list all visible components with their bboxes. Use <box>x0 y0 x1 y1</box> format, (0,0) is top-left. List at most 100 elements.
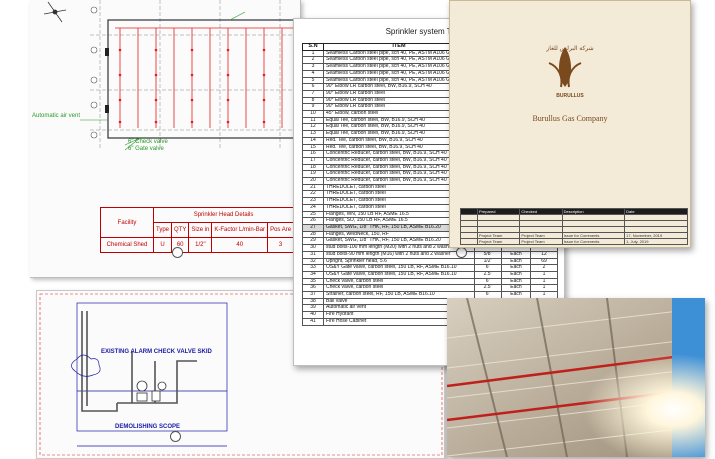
cell-item: OS&Y Gate valve, carbon steel, 150 LB, R… <box>323 264 475 272</box>
col-sn: S.N <box>302 43 324 51</box>
cell-sn: 14 <box>302 136 324 145</box>
cell-sn: 21 <box>302 183 324 192</box>
cell-sn: 3 <box>302 63 324 71</box>
cell-size: 1/2" <box>188 237 213 253</box>
cell-sn: 23 <box>302 197 324 205</box>
cell-sn: 17 <box>302 156 324 165</box>
table-row: 34 OS&Y Gate valve, carbon steel, 150 LB,… <box>302 270 558 279</box>
cell-size: 5/8" <box>474 250 502 259</box>
gate-valve-note: 6" Gate valve <box>128 146 164 152</box>
cell-sn: 9 <box>302 103 324 112</box>
table-row: 31 stud bolts-90 mm length (M16) with 2 n… <box>302 250 558 259</box>
cell-sn: 4 <box>302 69 324 78</box>
cell-unit: Each <box>501 277 531 286</box>
rev-cell-prepared: Project Team <box>476 238 521 245</box>
cell-sn: 20 <box>302 177 324 185</box>
grid-lines <box>90 0 300 150</box>
resize-handle[interactable] <box>172 247 183 258</box>
cell-sn: 32 <box>302 257 324 266</box>
cell-size: 2.5" <box>474 270 502 279</box>
cell-unit: Each <box>501 264 531 272</box>
cell-sn: 6 <box>302 83 324 91</box>
cell-sn: 36 <box>302 284 324 292</box>
col-kfactor: K-Factor L/min-Bar <box>211 222 269 238</box>
cell-sn: 15 <box>302 143 324 152</box>
rev-cell-date: 1, July, 2019 <box>624 238 688 245</box>
cell-sn: 34 <box>302 270 324 279</box>
cell-sn: 31 <box>302 250 324 259</box>
table-row: 35 Check valve, carbon steel 6" Each 1 <box>302 277 558 286</box>
logo-latin-text: BURULLUS <box>556 93 584 99</box>
grid-bubbles <box>90 6 98 139</box>
resize-handle[interactable] <box>456 247 467 258</box>
cell-sn: 27 <box>302 224 324 232</box>
cell-unit: Each <box>501 257 531 266</box>
cell-sn: 12 <box>302 123 324 132</box>
cell-sn: 19 <box>302 170 324 179</box>
demolishing-scope-label: DEMOLISHING SCOPE <box>115 424 181 430</box>
cell-qty: 2 <box>530 264 558 272</box>
cell-type: U <box>152 237 173 253</box>
cell-qty: 1 <box>530 284 558 292</box>
cell-sn: 38 <box>302 297 324 306</box>
cell-item: stud bolts-90 mm length (M16) with 2 nut… <box>323 250 475 259</box>
cell-sn: 39 <box>302 304 324 313</box>
table-row: 33 OS&Y Gate valve, carbon steel, 150 LB,… <box>302 264 558 272</box>
revision-cloud <box>71 354 101 377</box>
col-size: Size in <box>188 222 213 238</box>
cell-sn: 33 <box>302 264 324 272</box>
cell-sn: 8 <box>302 96 324 105</box>
cell-sn: 11 <box>302 116 324 125</box>
building-outline <box>107 19 299 139</box>
col-qty: QTY <box>171 222 190 238</box>
cell-size: 2.5" <box>474 284 502 292</box>
cell-sn: 30 <box>302 244 324 252</box>
cell-sn: 25 <box>302 210 324 219</box>
photo-graphics <box>447 298 705 457</box>
sprinkler-branch-lines <box>115 27 298 128</box>
table-row: 36 Check valve, carbon steel 2.5" Each 1 <box>302 284 558 292</box>
shed-interior-photo <box>447 298 705 457</box>
sprinkler-plan-drawing: Automatic air vent 6" Check valve 6" Gat… <box>30 0 301 278</box>
cell-sn: 35 <box>302 277 324 286</box>
cell-size: 1/2" <box>474 257 502 266</box>
cell-sn: 18 <box>302 163 324 172</box>
cell-sn: 22 <box>302 190 324 199</box>
table-row: 32 Upright, Sprinkler head, 5.6 1/2" Each 69 <box>302 257 558 266</box>
cell-sn: 5 <box>302 76 324 85</box>
company-logo-icon <box>548 47 582 88</box>
resize-handle[interactable] <box>170 431 181 442</box>
air-vent-note: Automatic air vent <box>32 113 81 119</box>
cell-item: OS&Y Gate valve, carbon steel, 150 LB, R… <box>323 270 475 279</box>
cell-sn: 7 <box>302 89 324 98</box>
revision-rows: Project Team Project Team Issue for Commen… <box>460 214 688 245</box>
col-pos: Pos Are <box>267 222 295 238</box>
cell-item: Check valve, carbon steel <box>323 284 475 292</box>
cell-sn: 16 <box>302 150 324 158</box>
cell-qty: 69 <box>530 257 558 266</box>
north-arrow-icon <box>43 1 67 23</box>
cell-unit: Each <box>501 250 531 259</box>
cell-qty: 1 <box>530 270 558 279</box>
revision-table: Prepared Checked Description Date Projec… <box>460 208 688 245</box>
cell-sn: 26 <box>302 217 324 225</box>
facility-header: Facility <box>100 207 154 238</box>
cell-sn: 10 <box>302 110 324 118</box>
cover-page: شركة البرلس للغاز BURULLUS Burullus Gas … <box>449 0 691 248</box>
cell-sn: 13 <box>302 130 324 138</box>
cell-sn: 24 <box>302 203 324 212</box>
cell-facility: Chemical Shed <box>100 237 154 253</box>
cell-sn: 28 <box>302 230 324 239</box>
cell-qty: 12 <box>530 250 558 259</box>
cell-unit: Each <box>501 270 531 279</box>
existing-skid-label: EXISTING ALARM CHECK VALVE SKID <box>101 349 212 355</box>
cell-sn: 41 <box>302 317 324 326</box>
cell-item: Check valve, carbon steel <box>323 277 475 286</box>
rev-cell-description: Issue for Comments <box>561 238 626 245</box>
cell-sn: 29 <box>302 237 324 246</box>
cell-sn: 2 <box>302 56 324 65</box>
revision-row: Project Team Project Team Issue for Commen… <box>460 238 688 245</box>
check-valve-note: 6" Check valve <box>128 139 168 145</box>
company-name: Burullus Gas Company <box>532 114 608 123</box>
cell-unit: Each <box>501 284 531 292</box>
